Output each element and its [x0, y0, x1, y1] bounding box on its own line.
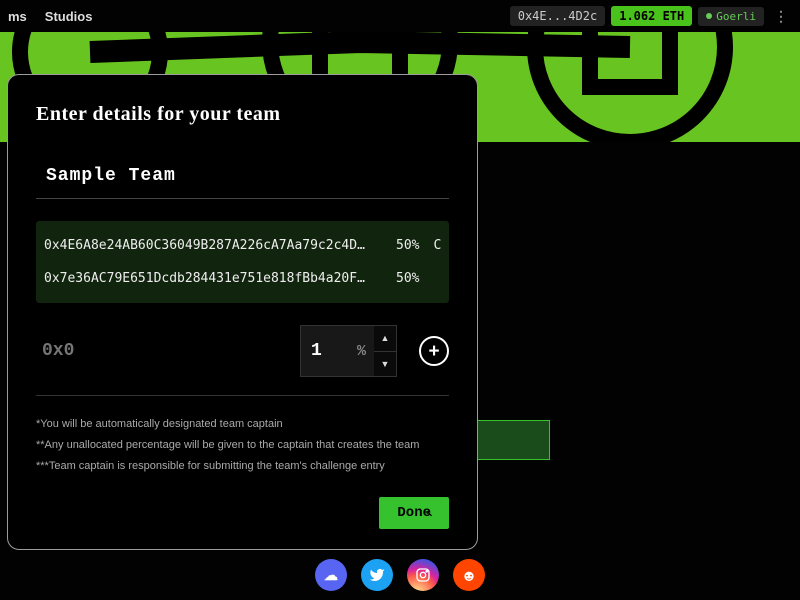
note-line: *You will be automatically designated te…	[36, 414, 449, 435]
new-member-address-input[interactable]	[36, 335, 288, 367]
modal-title: Enter details for your team	[36, 103, 449, 126]
network-name: Goerli	[716, 10, 756, 23]
spinner-up-icon[interactable]: ▲	[374, 326, 396, 352]
team-name-row: Sample Team	[36, 156, 449, 199]
member-percent: 50%	[396, 271, 420, 286]
instagram-icon[interactable]	[407, 559, 439, 591]
wallet-address[interactable]: 0x4E...4D2c	[510, 6, 605, 26]
twitter-icon[interactable]	[361, 559, 393, 591]
more-menu-icon[interactable]: ⋮	[770, 8, 792, 25]
add-member-button[interactable]: +	[419, 336, 449, 366]
member-captain-badge: C	[433, 238, 441, 253]
cursor-icon: ↖	[426, 505, 433, 520]
spinner-down-icon[interactable]: ▼	[374, 352, 396, 377]
member-row: 0x4E6A8e24AB60C36049B287A226cA7Aa79c2c4D…	[44, 235, 441, 256]
top-bar: ms Studios 0x4E...4D2c 1.062 ETH Goerli …	[0, 0, 800, 32]
nav-left: ms Studios	[8, 9, 92, 24]
percent-stepper: % ▲ ▼	[300, 325, 397, 377]
done-row: Done ↖	[36, 497, 449, 529]
note-line: **Any unallocated percentage will be giv…	[36, 435, 449, 456]
add-member-row: % ▲ ▼ +	[36, 325, 449, 396]
percent-input[interactable]	[301, 326, 349, 376]
member-address: 0x4E6A8e24AB60C36049B287A226cA7Aa79c2c4D…	[44, 238, 382, 253]
plus-icon: +	[428, 342, 439, 361]
member-row: 0x7e36AC79E651Dcdb284431e751e818fBb4a20F…	[44, 268, 441, 289]
network-chip[interactable]: Goerli	[698, 7, 764, 26]
team-name[interactable]: Sample Team	[46, 166, 449, 186]
reddit-icon[interactable]	[453, 559, 485, 591]
team-details-modal: Enter details for your team Sample Team …	[7, 74, 478, 550]
member-percent: 50%	[396, 238, 419, 253]
footer: ☁	[0, 550, 800, 600]
nav-item[interactable]: ms	[8, 9, 27, 24]
note-line: ***Team captain is responsible for submi…	[36, 456, 449, 477]
done-button[interactable]: Done ↖	[379, 497, 449, 529]
nav-item[interactable]: Studios	[45, 9, 93, 24]
percent-spinner: ▲ ▼	[374, 326, 396, 376]
notes: *You will be automatically designated te…	[36, 414, 449, 477]
network-status-dot-icon	[706, 13, 712, 19]
wallet-balance: 1.062 ETH	[611, 6, 692, 26]
percent-symbol: %	[349, 326, 374, 376]
discord-icon[interactable]: ☁	[315, 559, 347, 591]
nav-right: 0x4E...4D2c 1.062 ETH Goerli ⋮	[510, 6, 792, 26]
members-list: 0x4E6A8e24AB60C36049B287A226cA7Aa79c2c4D…	[36, 221, 449, 303]
member-address: 0x7e36AC79E651Dcdb284431e751e818fBb4a20F…	[44, 271, 382, 286]
